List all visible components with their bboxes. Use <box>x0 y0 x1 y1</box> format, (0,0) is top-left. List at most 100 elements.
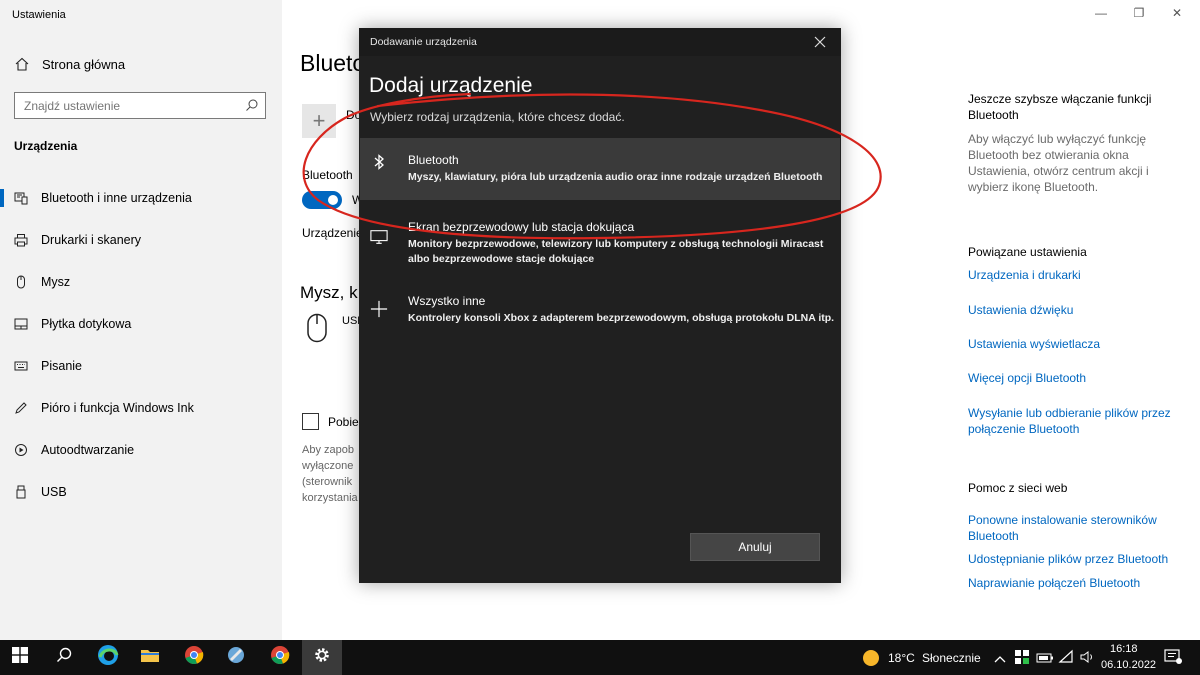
sidebar-item-printers[interactable]: Drukarki i skanery <box>0 219 282 261</box>
devices-text: Urządzenie <box>302 226 363 240</box>
link-reinstall-drivers[interactable]: Ponowne instalowanie sterowników Bluetoo… <box>968 512 1188 544</box>
folder-icon <box>140 647 160 668</box>
settings-sidebar: Ustawienia Strona główna Urządzenia Blue… <box>0 0 282 640</box>
close-window-button[interactable]: ✕ <box>1167 6 1187 20</box>
keyboard-icon <box>14 359 28 373</box>
home-icon <box>14 56 30 72</box>
taskbar-edge[interactable] <box>88 640 128 675</box>
link-sound-settings[interactable]: Ustawienia dźwięku <box>968 302 1188 318</box>
clock-date[interactable]: 06.10.2022 <box>1101 659 1156 671</box>
sidebar-item-label: Pióro i funkcja Windows Ink <box>41 401 194 415</box>
option-wireless-display[interactable]: Ekran bezprzewodowy lub stacja dokująca … <box>360 214 840 272</box>
dialog-subtitle: Wybierz rodzaj urządzenia, które chcesz … <box>370 110 625 124</box>
sidebar-item-label: Bluetooth i inne urządzenia <box>41 191 192 205</box>
page-title: Blueto <box>300 50 366 76</box>
taskbar: 18°C Słonecznie 16:18 06.10.2022 <box>0 640 1200 675</box>
add-device-button[interactable]: + <box>302 104 336 138</box>
sidebar-item-label: Drukarki i skanery <box>41 233 142 247</box>
option-bluetooth[interactable]: Bluetooth Myszy, klawiatury, pióra lub u… <box>360 138 840 200</box>
bluetooth-icon <box>370 153 388 171</box>
taskbar-search-button[interactable] <box>44 640 84 675</box>
battery-icon[interactable] <box>1036 651 1054 669</box>
usb-icon <box>14 485 28 499</box>
clock-time[interactable]: 16:18 <box>1110 643 1138 655</box>
app-icon <box>226 645 246 670</box>
home-label: Strona główna <box>42 56 126 72</box>
dialog-titlebar-text: Dodawanie urządzenia <box>370 36 477 48</box>
start-button[interactable] <box>0 640 40 675</box>
sidebar-item-bluetooth[interactable]: Bluetooth i inne urządzenia <box>0 177 282 219</box>
related-heading: Powiązane ustawienia <box>968 245 1087 259</box>
metered-download-checkbox[interactable] <box>302 413 319 430</box>
dialog-titlebar: Dodawanie urządzenia <box>359 28 841 56</box>
link-share-files[interactable]: Udostępnianie plików przez Bluetooth <box>968 551 1188 567</box>
weather-sun-icon[interactable] <box>862 649 880 672</box>
sidebar-nav: Bluetooth i inne urządzenia Drukarki i s… <box>0 177 282 513</box>
plus-icon <box>370 300 388 318</box>
search-box[interactable] <box>14 92 266 119</box>
sidebar-item-autoplay[interactable]: Autoodtwarzanie <box>0 429 282 471</box>
defender-icon[interactable] <box>1014 649 1030 670</box>
link-more-bluetooth[interactable]: Więcej opcji Bluetooth <box>968 370 1188 386</box>
minimize-button[interactable]: — <box>1091 6 1111 20</box>
add-device-dialog: Dodawanie urządzenia Dodaj urządzenie Wy… <box>359 28 841 583</box>
option-title: Ekran bezprzewodowy lub stacja dokująca <box>408 220 635 234</box>
sidebar-item-usb[interactable]: USB <box>0 471 282 513</box>
quick-text: Aby włączyć lub wyłączyć funkcję Bluetoo… <box>968 132 1149 194</box>
wifi-icon[interactable] <box>1058 649 1074 670</box>
option-everything-else[interactable]: Wszystko inne Kontrolery konsoli Xbox z … <box>360 290 840 338</box>
search-icon <box>245 98 259 112</box>
taskbar-file-explorer[interactable] <box>130 640 170 675</box>
notification-icon[interactable] <box>1164 649 1182 670</box>
option-description: Monitory bezprzewodowe, telewizory lub k… <box>408 238 824 265</box>
sidebar-item-label: USB <box>41 485 67 499</box>
printer-icon <box>14 233 28 247</box>
chrome-icon <box>270 645 290 670</box>
weather-temp[interactable]: 18°C <box>888 651 915 665</box>
sidebar-item-typing[interactable]: Pisanie <box>0 345 282 387</box>
home-nav-item[interactable]: Strona główna <box>14 56 125 72</box>
pen-icon <box>14 401 28 415</box>
option-description: Myszy, klawiatury, pióra lub urządzenia … <box>408 171 823 183</box>
app-title: Ustawienia <box>12 9 66 21</box>
edge-icon <box>97 644 119 671</box>
taskbar-settings[interactable] <box>302 640 342 675</box>
taskbar-app[interactable] <box>216 640 256 675</box>
mouse-icon <box>14 275 28 289</box>
sidebar-item-label: Płytka dotykowa <box>41 317 132 331</box>
sidebar-item-label: Mysz <box>41 275 71 289</box>
volume-icon[interactable] <box>1080 650 1096 669</box>
section-label: Urządzenia <box>14 139 78 153</box>
autoplay-icon <box>14 443 28 457</box>
sidebar-item-touchpad[interactable]: Płytka dotykowa <box>0 303 282 345</box>
link-send-receive-files[interactable]: Wysyłanie lub odbieranie plików przez po… <box>968 405 1188 437</box>
bluetooth-devices-icon <box>14 191 28 205</box>
search-input[interactable] <box>15 93 235 118</box>
link-display-settings[interactable]: Ustawienia wyświetlacza <box>968 336 1188 352</box>
mouse-device-icon <box>306 313 328 343</box>
taskbar-chrome[interactable] <box>174 640 214 675</box>
taskbar-chrome-2[interactable] <box>260 640 300 675</box>
checkbox-label: Pobie <box>328 415 359 429</box>
weather-text[interactable]: Słonecznie <box>922 651 981 665</box>
sidebar-item-mouse[interactable]: Mysz <box>0 261 282 303</box>
option-title: Bluetooth <box>408 153 459 167</box>
bluetooth-toggle[interactable] <box>302 191 342 209</box>
tray-chevron-icon[interactable] <box>994 651 1006 669</box>
close-icon[interactable] <box>813 35 827 49</box>
quick-heading: Jeszcze szybsze włączanie funkcji Blueto… <box>968 92 1152 122</box>
mouse-section-heading: Mysz, k <box>300 283 358 302</box>
cancel-button[interactable]: Anuluj <box>690 533 820 561</box>
sidebar-item-pen[interactable]: Pióro i funkcja Windows Ink <box>0 387 282 429</box>
touchpad-icon <box>14 317 28 331</box>
link-fix-connections[interactable]: Naprawianie połączeń Bluetooth <box>968 575 1188 591</box>
web-help-heading: Pomoc z sieci web <box>968 481 1068 495</box>
search-icon <box>56 647 72 668</box>
windows-logo-icon <box>12 647 28 668</box>
dialog-heading: Dodaj urządzenie <box>369 74 533 97</box>
maximize-button[interactable]: ❐ <box>1129 6 1149 20</box>
chrome-icon <box>184 645 204 670</box>
link-devices-printers[interactable]: Urządzenia i drukarki <box>968 267 1188 283</box>
monitor-icon <box>370 228 388 246</box>
sidebar-item-label: Pisanie <box>41 359 82 373</box>
